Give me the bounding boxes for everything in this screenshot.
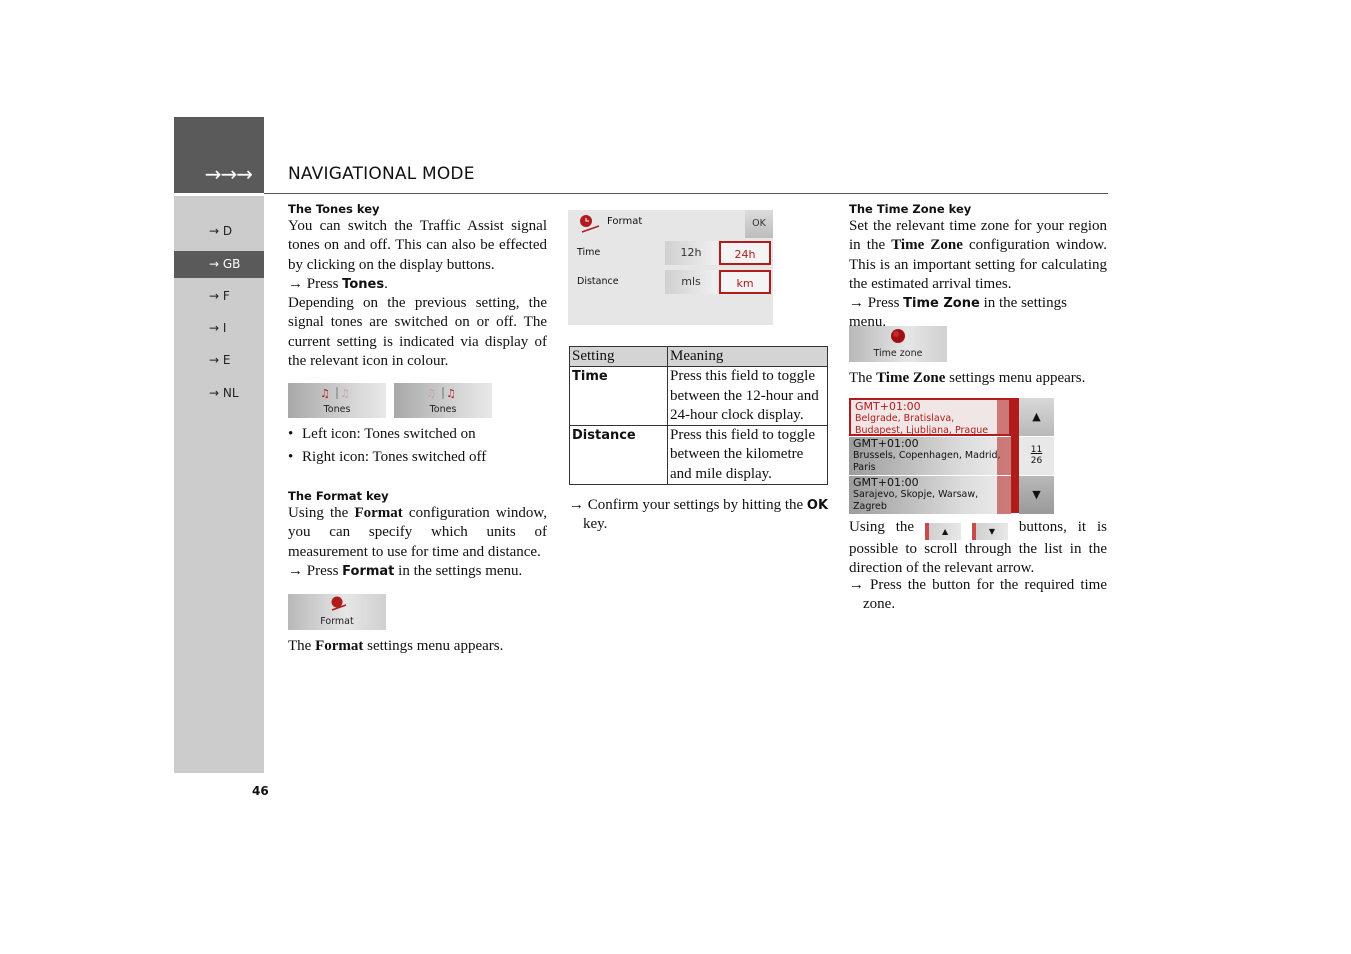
page-title: NAVIGATIONAL MODE: [288, 164, 475, 184]
bullet-right-icon: Right icon: Tones switched off: [288, 448, 547, 468]
sidebar-item-d[interactable]: → D: [174, 218, 264, 245]
svg-text:♫: ♫: [340, 387, 350, 400]
format-clock-icon: [331, 596, 347, 611]
header-arrows: →→→: [204, 162, 253, 186]
format-heading: The Format key: [288, 489, 389, 503]
list-scrollbar[interactable]: [1011, 398, 1019, 513]
page-indicator: 11 26: [1019, 437, 1054, 475]
table-header-setting: Setting: [569, 345, 668, 368]
settings-table: Setting Meaning Time Press this field to…: [569, 345, 828, 486]
sidebar-item-gb[interactable]: → GB: [174, 251, 264, 278]
svg-text:♫: ♫: [426, 387, 436, 400]
page-number: 46: [252, 784, 269, 798]
table-cell-setting: Time: [569, 366, 668, 427]
tones-off-button-image: ♫ ♫ Tones: [394, 383, 492, 418]
tones-off-icon: ♫ ♫: [426, 387, 456, 400]
timezone-intro: Set the relevant time zone for your regi…: [849, 218, 1107, 292]
confirm-step: → Confirm your settings by hitting the O…: [569, 497, 829, 533]
inline-up-button-icon: ▲: [925, 523, 962, 540]
tones-label: Tones: [429, 404, 457, 415]
column-tones: The Tones key You can switch the Traffic…: [288, 202, 547, 371]
table-row: Time Press this field to toggle between …: [569, 366, 828, 427]
sidebar-item-nl[interactable]: → NL: [174, 380, 264, 407]
column-timezone: The Time Zone key Set the relevant time …: [849, 202, 1107, 333]
language-sidebar: → D → GB → F → I → E → NL: [174, 196, 264, 773]
table-header-row: Setting Meaning: [569, 345, 828, 368]
table-cell-meaning: Press this field to toggle between the 1…: [667, 366, 828, 427]
distance-mls-button[interactable]: mls: [665, 270, 717, 294]
distance-km-button[interactable]: km: [719, 270, 771, 294]
time-12h-button[interactable]: 12h: [665, 241, 717, 265]
page-current: 11: [1030, 445, 1043, 455]
bullet-left-icon: Left icon: Tones switched on: [288, 425, 547, 445]
page-total: 26: [1030, 456, 1043, 466]
format-appears: The Format settings menu appears.: [288, 638, 504, 654]
table-row: Distance Press this field to toggle betw…: [569, 425, 828, 486]
timezone-button-image: Time zone: [849, 326, 947, 362]
table-cell-setting: Distance: [569, 425, 668, 486]
format-label: Format: [320, 616, 354, 627]
time-label: Time: [577, 247, 601, 258]
sidebar-item-f[interactable]: → F: [174, 283, 264, 310]
format-intro: Using the Format configuration window, y…: [288, 505, 547, 560]
tones-heading: The Tones key: [288, 202, 380, 216]
sidebar-item-i[interactable]: → I: [174, 315, 264, 342]
column-format: The Format key Using the Format configur…: [288, 489, 547, 581]
svg-text:♫: ♫: [446, 387, 456, 400]
ok-button[interactable]: OK: [745, 210, 773, 238]
scroll-up-button[interactable]: ▲: [1019, 398, 1054, 436]
format-window: Format OK Time 12h 24h Distance mls km: [568, 210, 773, 325]
globe-icon: [891, 329, 905, 343]
svg-text:♫: ♫: [320, 387, 330, 400]
timezone-list-item[interactable]: GMT+01:00 Sarajevo, Skopje, Warsaw, Zagr…: [849, 476, 1011, 514]
tones-intro: You can switch the Traffic Assist signal…: [288, 218, 547, 273]
timezone-list-item-selected[interactable]: GMT+01:00 Belgrade, Bratislava, Budapest…: [849, 398, 1011, 436]
time-24h-button[interactable]: 24h: [719, 241, 771, 265]
tones-on-button-image: ♫ ♫ Tones: [288, 383, 386, 418]
sidebar-item-e[interactable]: → E: [174, 347, 264, 374]
tones-on-icon: ♫ ♫: [320, 387, 350, 400]
timezone-label: Time zone: [873, 348, 923, 359]
timezone-appears: The Time Zone settings menu appears.: [849, 370, 1086, 386]
format-button-image: Format: [288, 594, 386, 630]
distance-label: Distance: [577, 276, 619, 287]
format-window-title: Format: [607, 216, 643, 227]
table-header-meaning: Meaning: [667, 345, 828, 368]
format-press-step: → Press Format in the settings menu.: [288, 562, 523, 579]
tones-explanation: Depending on the previous setting, the s…: [288, 295, 547, 370]
timezone-heading: The Time Zone key: [849, 202, 972, 216]
press-required-step: → Press the button for the required time…: [849, 577, 1107, 613]
format-window-icon: [580, 215, 600, 233]
scroll-explanation: Using the ▲ ▼ buttons, it is possible to…: [849, 519, 1108, 577]
table-cell-meaning: Press this field to toggle between the k…: [667, 425, 828, 486]
tones-press-step: → Press Tones.: [288, 275, 388, 292]
timezone-window: GMT+01:00 Belgrade, Bratislava, Budapest…: [849, 398, 1054, 514]
tones-bullets: Left icon: Tones switched on Right icon:…: [288, 425, 547, 468]
scroll-down-button[interactable]: ▼: [1019, 476, 1054, 514]
tones-label: Tones: [323, 404, 351, 415]
timezone-list-item[interactable]: GMT+01:00 Brussels, Copenhagen, Madrid, …: [849, 437, 1011, 475]
header-divider: [264, 193, 1108, 194]
inline-down-button-icon: ▼: [971, 523, 1008, 540]
